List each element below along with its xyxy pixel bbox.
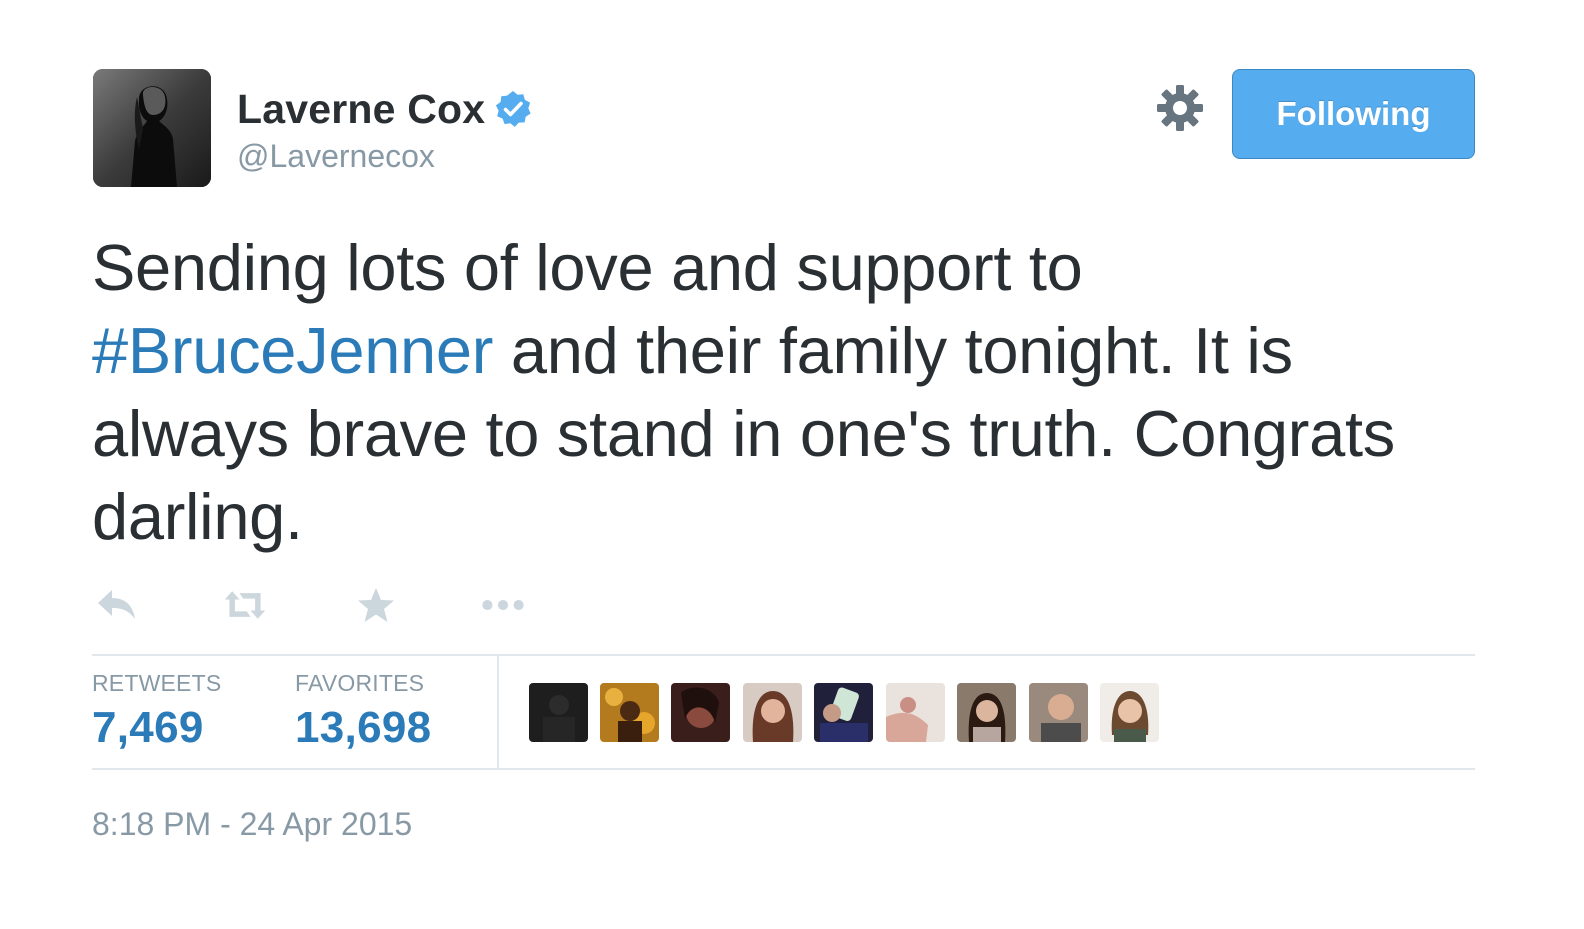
author-display-name[interactable]: Laverne Cox: [237, 86, 485, 133]
tweet-timestamp[interactable]: 8:18 PM - 24 Apr 2015: [92, 806, 412, 843]
favorites-stat[interactable]: FAVORITES 13,698: [295, 670, 431, 753]
favoriter-avatar[interactable]: [529, 683, 588, 742]
retweets-stat[interactable]: RETWEETS 7,469: [92, 670, 221, 753]
favoriter-avatar[interactable]: [671, 683, 730, 742]
favorite-icon[interactable]: [354, 584, 398, 626]
more-icon[interactable]: [481, 584, 525, 626]
author-avatar[interactable]: [93, 69, 211, 187]
author-name-row: Laverne Cox: [237, 84, 533, 134]
tweet-text: Sending lots of love and support to #Bru…: [92, 226, 1492, 558]
stats-divider-vertical: [497, 656, 499, 768]
author-handle[interactable]: @Lavernecox: [237, 138, 435, 175]
favoriter-avatar[interactable]: [600, 683, 659, 742]
favoriter-avatar[interactable]: [1100, 683, 1159, 742]
favorites-label: FAVORITES: [295, 670, 425, 696]
favoriter-avatar[interactable]: [1029, 683, 1088, 742]
tweet-text-before: Sending lots of love and support to: [92, 231, 1083, 304]
retweets-label: RETWEETS: [92, 670, 222, 696]
stats-divider-top: [92, 654, 1475, 656]
verified-badge-icon: [493, 89, 533, 129]
retweet-icon[interactable]: [223, 584, 267, 626]
favoriter-avatar[interactable]: [743, 683, 802, 742]
favorites-count: 13,698: [295, 703, 432, 752]
retweets-count: 7,469: [92, 703, 204, 752]
reply-icon[interactable]: [95, 584, 139, 626]
hashtag-link[interactable]: #BruceJenner: [92, 314, 493, 387]
following-button-label: Following: [1276, 95, 1431, 132]
favoriter-avatar[interactable]: [957, 683, 1016, 742]
favoriter-avatar[interactable]: [886, 683, 945, 742]
gear-icon[interactable]: [1155, 83, 1205, 133]
stats-divider-bottom: [92, 768, 1475, 770]
favoriter-avatar[interactable]: [814, 683, 873, 742]
tweet-card: Laverne Cox @Lavernecox Following Sendin…: [0, 0, 1584, 929]
following-button[interactable]: Following: [1232, 69, 1475, 159]
